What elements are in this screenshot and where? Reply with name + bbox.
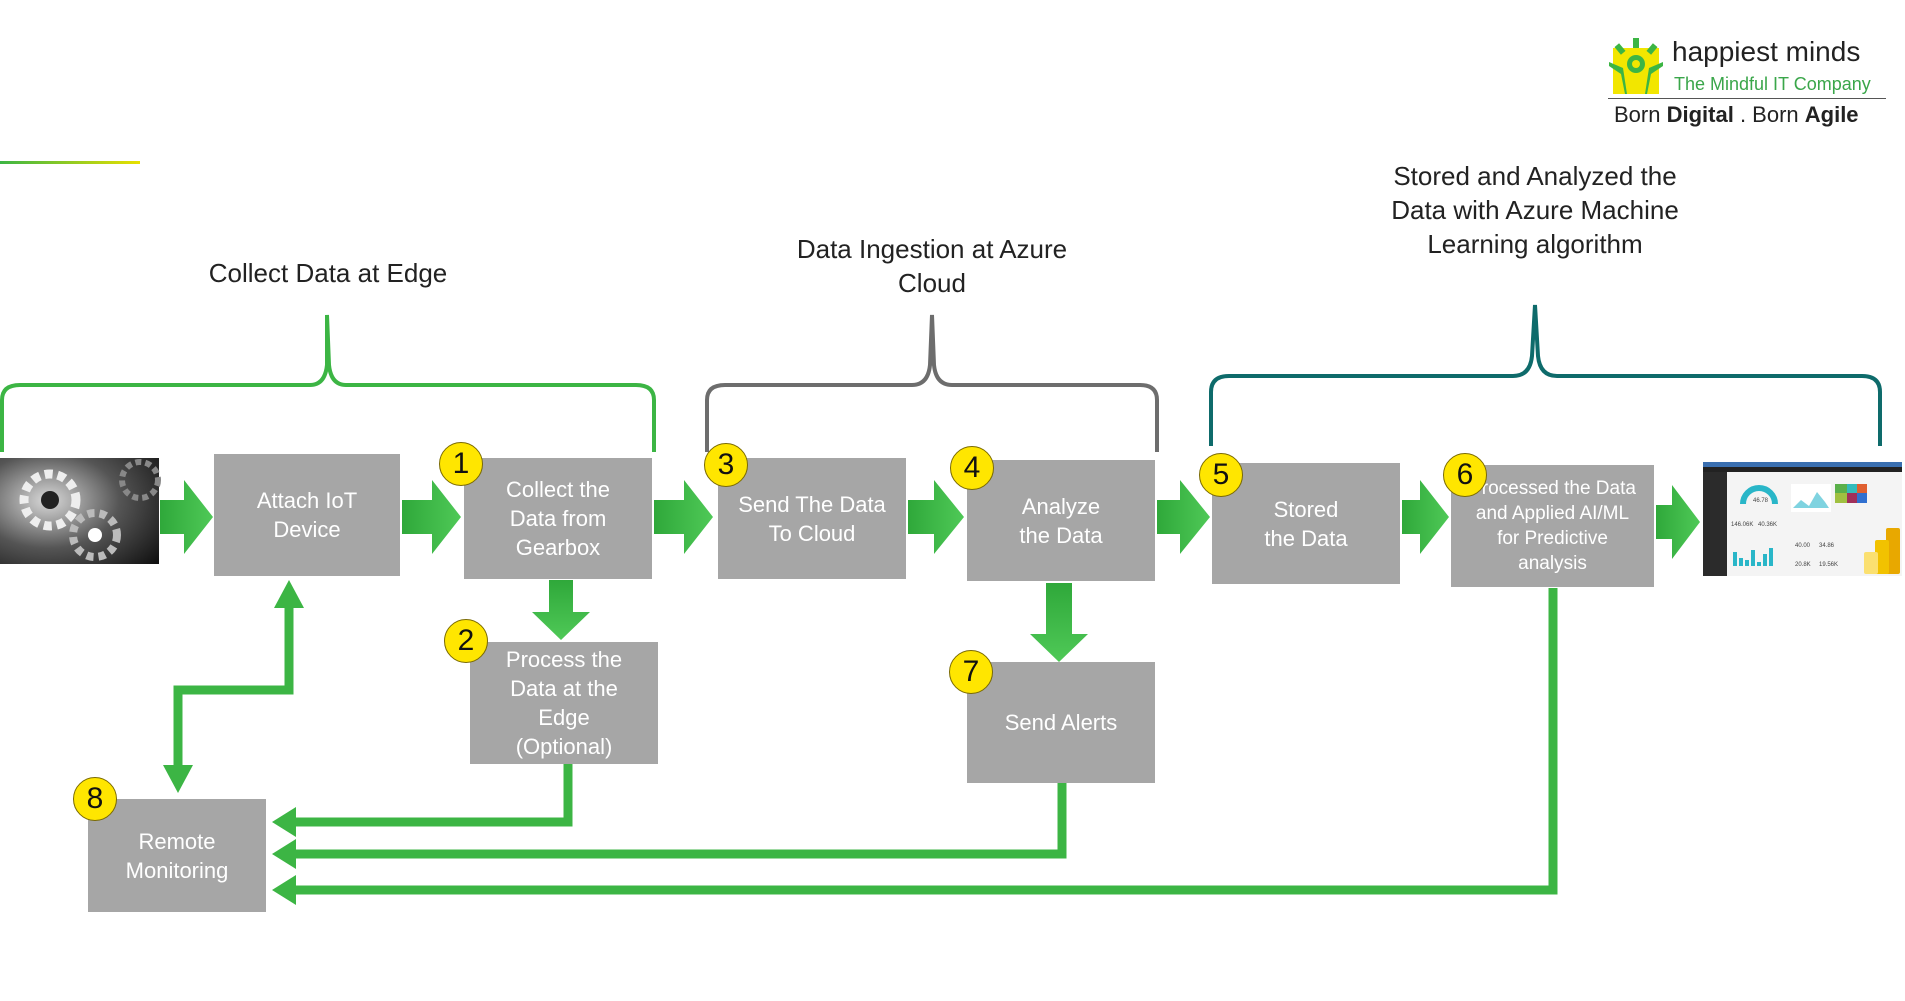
logo-mark-icon: [1609, 38, 1663, 94]
arrow-attach-to-collect: [402, 480, 461, 554]
arrow-collect-to-cloud: [654, 480, 713, 554]
ingestion-brace: [705, 314, 1159, 452]
svg-text:40.00: 40.00: [1795, 543, 1811, 549]
step-badge-8: 8: [73, 777, 117, 821]
edge-brace: [0, 314, 656, 452]
svg-text:40.36K: 40.36K: [1758, 522, 1777, 528]
logo-tagline: The Mindful IT Company: [1674, 74, 1871, 94]
power-bi-dashboard-image: 46.78 146.06K 40.36K 40.00 34.86 20.8K 1…: [1703, 462, 1902, 576]
step-badge-6: 6: [1443, 453, 1487, 497]
arrow-analyze-to-alerts: [1030, 583, 1088, 662]
accent-line: [0, 161, 140, 164]
group-label-storage: Stored and Analyzed the Data with Azure …: [1391, 161, 1679, 259]
step-badge-1: 1: [439, 442, 483, 486]
logo-divider: [1608, 98, 1886, 99]
step-collect-data: Collect the Data from Gearbox: [464, 458, 652, 579]
gearbox-image: [0, 458, 161, 564]
arrow-processed-to-dashboard: [1656, 485, 1700, 559]
svg-text:20.8K: 20.8K: [1795, 562, 1811, 568]
arrowhead-remote-top: [163, 765, 193, 793]
line-remote-attach: [173, 600, 294, 770]
arrow-gear-to-attach: [160, 480, 213, 554]
step-badge-2: 2: [444, 619, 488, 663]
line-process-remote: [290, 764, 573, 827]
arrowhead-remote-3: [272, 875, 296, 905]
arrowhead-attach: [274, 580, 304, 608]
arrow-cloud-to-analyze: [908, 480, 964, 554]
step-attach-iot: Attach IoT Device: [214, 454, 400, 576]
company-logo: happiest minds The Mindful IT Company Bo…: [1600, 30, 1890, 130]
arrow-collect-to-process: [532, 580, 590, 640]
group-label-edge: Collect Data at Edge: [208, 258, 448, 288]
step-process-edge: Process the Data at the Edge (Optional): [470, 642, 658, 764]
logo-brand: happiest minds: [1672, 36, 1861, 67]
group-label-ingestion: Data Ingestion at Azure Cloud: [796, 234, 1068, 298]
step-analyze-data: Analyze the Data: [967, 460, 1155, 581]
step-remote-monitoring: Remote Monitoring: [88, 799, 266, 912]
step-badge-3: 3: [704, 443, 748, 487]
arrowhead-remote-1: [272, 807, 296, 837]
arrowhead-remote-2: [272, 839, 296, 869]
svg-text:19.56K: 19.56K: [1819, 562, 1838, 568]
arrow-stored-to-processed: [1402, 480, 1449, 554]
storage-brace: [1209, 304, 1882, 446]
svg-text:34.86: 34.86: [1819, 543, 1835, 549]
svg-text:46.78: 46.78: [1753, 498, 1769, 504]
step-send-cloud: Send The Data To Cloud: [718, 458, 906, 579]
step-badge-7: 7: [949, 650, 993, 694]
step-badge-5: 5: [1199, 453, 1243, 497]
step-badge-4: 4: [950, 446, 994, 490]
svg-text:146.06K: 146.06K: [1731, 522, 1753, 528]
logo-slogan: Born Digital . Born Agile: [1614, 102, 1859, 127]
arrow-analyze-to-stored: [1157, 480, 1210, 554]
step-send-alerts: Send Alerts: [967, 662, 1155, 783]
